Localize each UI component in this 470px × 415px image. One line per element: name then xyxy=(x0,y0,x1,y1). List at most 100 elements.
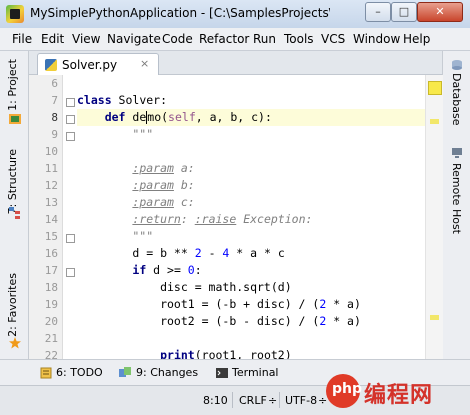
star-icon xyxy=(9,337,21,349)
close-button[interactable]: ✕ xyxy=(417,2,463,22)
line-number: 21 xyxy=(44,332,58,345)
line-number: 15 xyxy=(44,230,58,243)
line-number: 10 xyxy=(44,145,58,158)
database-tool-tab[interactable]: Database xyxy=(450,73,463,126)
pycharm-app-icon xyxy=(6,5,24,23)
line-number-gutter[interactable]: 6 7 8 9 10 11 12 13 14 15 16 17 18 19 20… xyxy=(29,75,63,362)
close-tab-icon[interactable]: × xyxy=(140,57,149,70)
line-number: 17 xyxy=(44,264,58,277)
php-logo: php xyxy=(326,374,363,408)
menu-edit[interactable]: Edit xyxy=(41,32,64,46)
fold-marker[interactable] xyxy=(66,234,75,243)
menu-file[interactable]: File xyxy=(12,32,32,46)
caret-position[interactable]: 8:10 xyxy=(203,394,228,407)
project-icon xyxy=(9,114,21,124)
terminal-icon xyxy=(216,368,228,378)
warning-marker[interactable] xyxy=(430,119,439,124)
menu-window[interactable]: Window xyxy=(353,32,400,46)
watermark-text: 编程网 xyxy=(364,383,434,408)
title-bar: MySimplePythonApplication - [C:\SamplesP… xyxy=(0,0,470,29)
project-tool-tab[interactable]: 1: Project xyxy=(6,59,19,111)
line-number: 12 xyxy=(44,179,58,192)
line-separator-arrow-icon: ÷ xyxy=(268,394,278,407)
python-file-icon xyxy=(45,59,57,71)
menu-code[interactable]: Code xyxy=(162,32,193,46)
code-line-current: def demo(self, a, b, c): xyxy=(77,109,425,126)
structure-tool-tab[interactable]: 7: Structure xyxy=(6,149,19,214)
line-number: 9 xyxy=(51,128,58,141)
changes-icon xyxy=(119,367,131,377)
line-number: 13 xyxy=(44,196,58,209)
structure-icon xyxy=(9,207,20,219)
self-param: self xyxy=(168,110,196,124)
line-number: 11 xyxy=(44,162,58,175)
code-line: :param b: xyxy=(132,178,195,192)
minimize-button[interactable]: – xyxy=(365,2,391,22)
keyword-def: def xyxy=(104,110,126,124)
line-number: 19 xyxy=(44,298,58,311)
line-separator-selector[interactable]: CRLF xyxy=(239,394,267,407)
code-line: root2 = (-b - disc) / (2 * a) xyxy=(77,314,361,328)
menu-refactor[interactable]: Refactor xyxy=(199,32,249,46)
todo-icon xyxy=(40,367,52,379)
line-number: 16 xyxy=(44,247,58,260)
code-line: :return: :raise Exception: xyxy=(132,212,313,226)
inspection-status-icon[interactable] xyxy=(428,81,442,95)
php-logo-text: php xyxy=(332,381,363,397)
window-title: MySimplePythonApplication - [C:\SamplesP… xyxy=(30,6,330,20)
favorites-tool-tab[interactable]: 2: Favorites xyxy=(6,273,19,337)
keyword-class: class xyxy=(77,93,112,107)
code-line: print(root1, root2) xyxy=(160,348,292,359)
database-icon xyxy=(452,60,462,70)
fold-marker[interactable] xyxy=(66,98,75,107)
remote-host-tool-tab[interactable]: Remote Host xyxy=(450,163,463,234)
line-number: 14 xyxy=(44,213,58,226)
fold-marker[interactable] xyxy=(66,268,75,277)
code-line: """ xyxy=(77,229,154,243)
editor-scrollbar[interactable] xyxy=(425,75,443,359)
code-line: class Solver: xyxy=(77,93,168,107)
fold-marker[interactable] xyxy=(66,132,75,141)
menu-run[interactable]: Run xyxy=(253,32,276,46)
menu-help[interactable]: Help xyxy=(403,32,430,46)
todo-tool-tab[interactable]: 6: TODO xyxy=(56,366,103,379)
warning-marker[interactable] xyxy=(430,315,439,320)
editor-tab-solver[interactable]: Solver.py × xyxy=(37,53,159,75)
line-number: 8 xyxy=(51,111,58,124)
fold-column xyxy=(63,75,77,359)
menu-tools[interactable]: Tools xyxy=(284,32,314,46)
terminal-tool-tab[interactable]: Terminal xyxy=(232,366,279,379)
status-separator xyxy=(279,392,280,408)
editor-tab-label: Solver.py xyxy=(62,58,118,72)
code-line: disc = math.sqrt(d) xyxy=(77,280,292,294)
changes-tool-tab[interactable]: 9: Changes xyxy=(136,366,198,379)
editor-tab-row: Solver.py × xyxy=(29,51,442,75)
code-editor[interactable]: class Solver: def demo(self, a, b, c): "… xyxy=(77,75,425,359)
menu-navigate[interactable]: Navigate xyxy=(107,32,161,46)
status-bar: 8:10 CRLF ÷ UTF-8 ÷ php 编程网 xyxy=(0,374,470,415)
line-number: 7 xyxy=(51,94,58,107)
encoding-selector[interactable]: UTF-8 xyxy=(285,394,317,407)
code-line: """ xyxy=(77,127,154,141)
code-line: if d >= 0: xyxy=(132,263,202,277)
maximize-button[interactable]: □ xyxy=(391,2,417,22)
menu-bar: File Edit View Navigate Code Refactor Ru… xyxy=(0,28,470,51)
watermark: php 编程网 xyxy=(326,370,470,414)
code-line: :param a: xyxy=(132,161,195,175)
menu-view[interactable]: View xyxy=(72,32,100,46)
right-tool-strip: Database Remote Host xyxy=(442,51,470,359)
code-line: root1 = (-b + disc) / (2 * a) xyxy=(77,297,361,311)
menu-vcs[interactable]: VCS xyxy=(321,32,345,46)
remote-host-icon xyxy=(452,148,462,158)
fold-marker[interactable] xyxy=(66,115,75,124)
left-tool-strip: 1: Project 7: Structure 2: Favorites xyxy=(0,51,29,359)
status-separator xyxy=(232,392,233,408)
code-line: :param c: xyxy=(132,195,195,209)
line-number: 6 xyxy=(51,77,58,90)
code-line: d = b ** 2 - 4 * a * c xyxy=(77,246,285,260)
line-number: 18 xyxy=(44,281,58,294)
text-caret xyxy=(146,111,148,124)
